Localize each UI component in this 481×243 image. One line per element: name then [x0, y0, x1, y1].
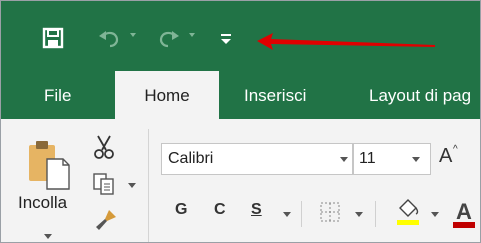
tab-file[interactable]: File: [44, 73, 71, 119]
customize-qat-icon: [221, 34, 231, 44]
grow-font-button[interactable]: A: [439, 145, 452, 168]
customize-qat-button[interactable]: [216, 23, 236, 53]
font-name-value: Calibri: [168, 150, 214, 167]
borders-dropdown-icon[interactable]: [355, 212, 363, 217]
font-size-value: 11: [359, 150, 376, 167]
cut-icon[interactable]: [91, 134, 117, 160]
format-separator: [375, 201, 376, 227]
annotation-arrow-icon: [257, 33, 435, 50]
grow-font-caret-icon: ^: [453, 144, 458, 155]
paste-label[interactable]: Incolla: [18, 193, 67, 213]
font-name-combobox[interactable]: Calibri: [161, 143, 353, 175]
undo-button[interactable]: [93, 23, 127, 53]
redo-dropdown-icon[interactable]: [189, 33, 195, 37]
font-size-combobox[interactable]: 11: [353, 143, 431, 175]
bold-button[interactable]: G: [175, 201, 187, 219]
paste-icon[interactable]: [27, 139, 71, 191]
font-size-dropdown-icon[interactable]: [412, 157, 420, 162]
font-name-dropdown-icon[interactable]: [340, 157, 348, 162]
tab-page-layout[interactable]: Layout di pag: [369, 73, 471, 119]
redo-icon: [159, 31, 179, 48]
tab-insert[interactable]: Inserisci: [244, 73, 306, 119]
group-separator: [148, 129, 149, 242]
svg-text:A: A: [456, 199, 472, 224]
underline-dropdown-icon[interactable]: [283, 212, 291, 217]
format-painter-icon[interactable]: [93, 207, 119, 233]
fill-color-icon[interactable]: [396, 196, 420, 226]
excel-window: File Home Inserisci Layout di pag Incoll…: [0, 0, 481, 243]
tab-home[interactable]: Home: [115, 71, 219, 120]
borders-icon[interactable]: [319, 201, 341, 223]
redo-button[interactable]: [151, 23, 185, 53]
format-separator: [301, 201, 302, 227]
paste-dropdown-icon[interactable]: [44, 234, 52, 239]
underline-button[interactable]: S: [251, 201, 262, 219]
italic-button[interactable]: C: [214, 201, 226, 219]
copy-dropdown-icon[interactable]: [128, 183, 136, 188]
fill-color-dropdown-icon[interactable]: [431, 212, 439, 217]
save-button[interactable]: [39, 23, 67, 53]
save-icon: [42, 27, 64, 49]
font-color-icon[interactable]: A: [453, 197, 475, 229]
undo-dropdown-icon[interactable]: [130, 33, 136, 37]
undo-icon: [99, 31, 119, 48]
copy-icon[interactable]: [91, 172, 117, 196]
